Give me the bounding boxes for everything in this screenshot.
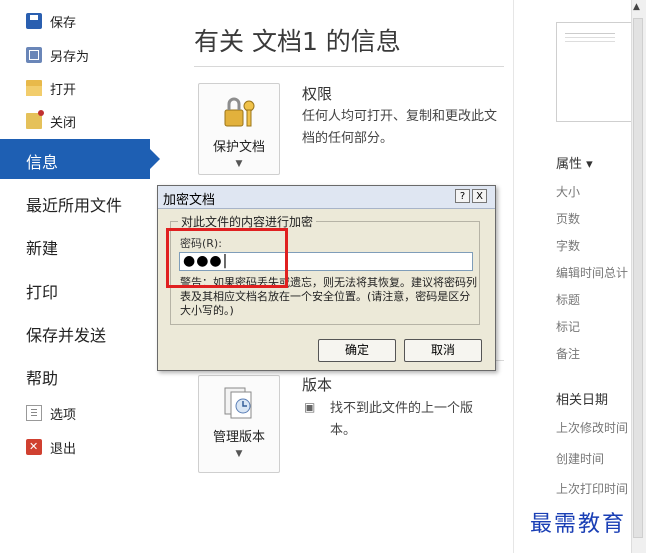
manage-versions-button[interactable]: 管理版本 ▼ — [198, 375, 280, 473]
versions-heading: 版本 — [302, 376, 333, 394]
related-dates-heading: 相关日期 — [556, 393, 609, 408]
permissions-description: 任何人均可打开、复制和更改此文档的任何部分。 — [302, 109, 498, 146]
nav-item-new[interactable]: 新建 — [26, 235, 58, 259]
options-menu-item[interactable]: 选项 — [26, 402, 76, 424]
dialog-title: 加密文档 — [163, 193, 216, 208]
chevron-down-icon: ▼ — [235, 159, 243, 169]
panel-divider — [513, 0, 514, 553]
cancel-button[interactable]: 取消 — [404, 339, 482, 362]
dialog-close-button[interactable]: X — [472, 189, 487, 203]
open-folder-icon — [26, 80, 42, 96]
help-button[interactable]: ? — [455, 189, 470, 203]
password-warning: 警告：如果密码丢失或遗忘，则无法将其恢复。建议将密码列表及其相应文档名放在一个安… — [180, 276, 477, 317]
prop-last-printed: 上次打印时间 — [556, 482, 629, 496]
document-thumbnail[interactable] — [556, 22, 636, 122]
page-title: 有关 文档1 的信息 — [194, 27, 401, 56]
ok-button[interactable]: 确定 — [318, 339, 396, 362]
nav-item-info[interactable]: 信息 — [0, 139, 160, 179]
properties-dropdown[interactable]: 属性 ▾ — [556, 153, 593, 172]
prop-last-modified: 上次修改时间 — [556, 421, 629, 435]
permissions-heading: 权限 — [302, 85, 333, 103]
password-input[interactable]: ●●●| — [179, 252, 473, 271]
encrypt-document-dialog: 加密文档 ? X 对此文件的内容进行加密 密码(R): ●●●| 警告：如果密码… — [157, 185, 496, 371]
save-as-menu-item[interactable]: 另存为 — [26, 44, 89, 66]
backstage-sidebar: 保存 另存为 打开 关闭 信息 最近所用文件 新建 打印 保存并发送 帮助 选项… — [0, 0, 160, 553]
options-icon — [26, 405, 42, 421]
exit-menu-item[interactable]: 退出 — [26, 436, 76, 458]
prop-pages: 页数 — [556, 212, 581, 226]
nav-item-print[interactable]: 打印 — [26, 279, 58, 303]
save-as-label: 另存为 — [50, 49, 90, 65]
open-label: 打开 — [50, 82, 77, 98]
dialog-title-bar: 加密文档 ? X — [158, 186, 495, 209]
scroll-up-arrow-icon[interactable]: ▲ — [633, 2, 640, 12]
prop-edit-time: 编辑时间总计 — [556, 266, 629, 280]
close-menu-item[interactable]: 关闭 — [26, 110, 76, 132]
save-icon — [26, 13, 42, 29]
nav-item-recent[interactable]: 最近所用文件 — [26, 192, 122, 216]
options-label: 选项 — [50, 407, 77, 423]
save-as-icon — [26, 47, 42, 63]
prop-created: 创建时间 — [556, 452, 605, 466]
prop-words: 字数 — [556, 239, 581, 253]
exit-icon — [26, 439, 42, 455]
nav-item-help[interactable]: 帮助 — [26, 365, 58, 389]
prop-comments: 备注 — [556, 347, 581, 361]
watermark: 最需教育 — [530, 512, 627, 537]
nav-item-info-label: 信息 — [26, 153, 59, 172]
chevron-down-icon: ▼ — [235, 449, 243, 459]
scrollbar-thumb[interactable] — [633, 18, 643, 538]
divider — [194, 66, 504, 67]
protect-document-label: 保护文档 — [212, 140, 265, 155]
protect-document-button[interactable]: 保护文档 ▼ — [198, 83, 280, 175]
nav-item-save-send[interactable]: 保存并发送 — [26, 322, 106, 346]
save-label: 保存 — [50, 15, 77, 31]
password-label: 密码(R): — [180, 237, 222, 250]
manage-versions-label: 管理版本 — [212, 430, 265, 445]
version-doc-icon: ▣ — [304, 400, 316, 414]
close-file-icon — [26, 110, 44, 129]
versions-icon — [224, 387, 252, 419]
prop-title: 标题 — [556, 293, 581, 307]
prop-tags: 标记 — [556, 320, 581, 334]
exit-label: 退出 — [50, 441, 77, 457]
versions-description: 找不到此文件的上一个版本。 — [330, 401, 474, 438]
encrypt-group-label: 对此文件的内容进行加密 — [178, 213, 317, 230]
open-menu-item[interactable]: 打开 — [26, 77, 76, 99]
lock-key-icon — [224, 97, 255, 127]
save-menu-item[interactable]: 保存 — [26, 10, 76, 32]
prop-size: 大小 — [556, 185, 581, 199]
close-label: 关闭 — [50, 115, 77, 131]
